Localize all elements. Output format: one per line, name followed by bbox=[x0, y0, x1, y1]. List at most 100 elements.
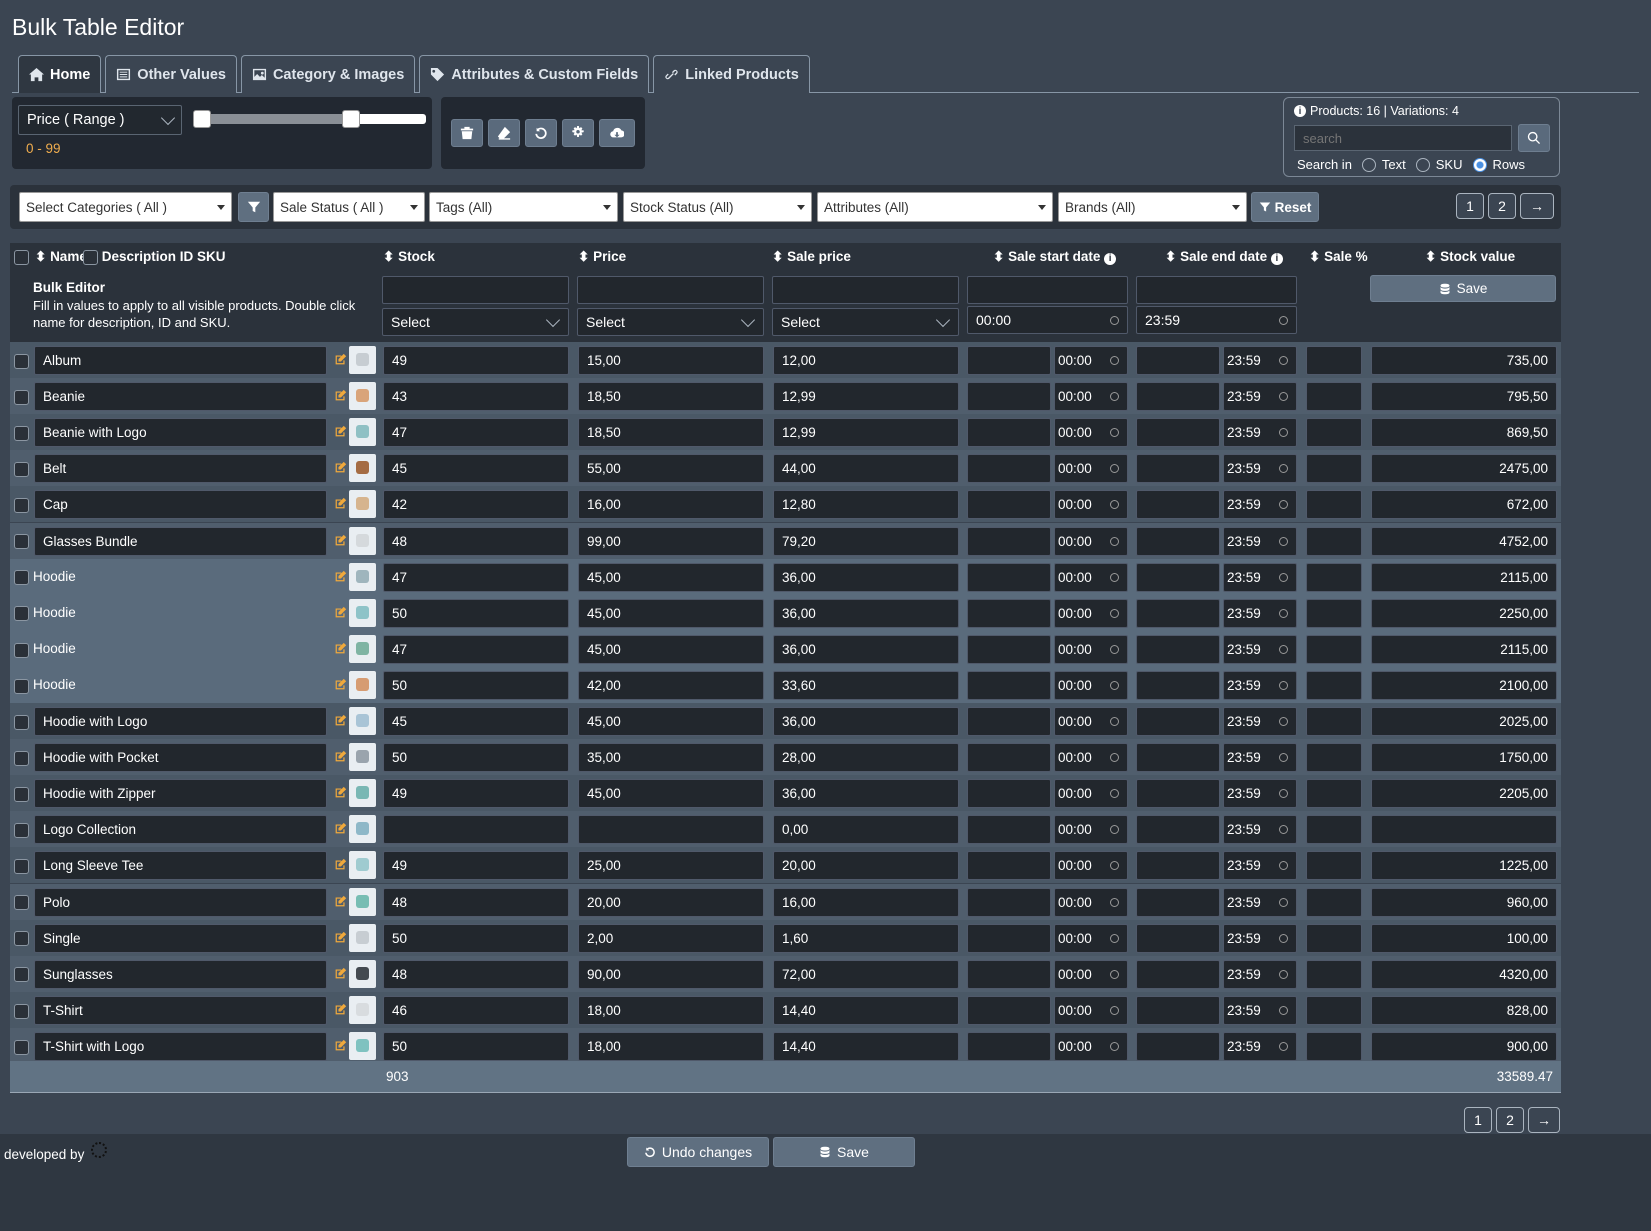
sale-percent-input[interactable] bbox=[1306, 815, 1362, 845]
sale-end-date-input[interactable] bbox=[1136, 454, 1220, 484]
product-name-field[interactable]: Hoodie with Pocket bbox=[34, 743, 327, 773]
product-thumbnail[interactable] bbox=[349, 670, 376, 699]
sale-start-time-input[interactable]: 00:00 bbox=[1054, 1031, 1128, 1061]
undo-button[interactable] bbox=[525, 119, 557, 147]
sale-start-date-input[interactable] bbox=[967, 815, 1051, 845]
price-input[interactable]: 2,00 bbox=[578, 923, 764, 953]
sale-end-time-input[interactable]: 23:59 bbox=[1223, 995, 1297, 1025]
price-input[interactable]: 45,00 bbox=[578, 598, 764, 628]
product-name-field[interactable]: Beanie bbox=[34, 382, 327, 412]
sale-end-date-input[interactable] bbox=[1136, 851, 1220, 881]
sale-percent-input[interactable] bbox=[1306, 454, 1362, 484]
next-page-button[interactable]: → bbox=[1520, 193, 1554, 219]
stock-input[interactable]: 48 bbox=[383, 526, 569, 556]
product-thumbnail[interactable] bbox=[349, 1031, 376, 1060]
edit-icon[interactable] bbox=[334, 497, 347, 510]
clear-button[interactable] bbox=[488, 119, 520, 147]
price-input[interactable]: 16,00 bbox=[578, 490, 764, 520]
edit-icon[interactable] bbox=[334, 750, 347, 763]
sale-start-time-input[interactable]: 00:00 bbox=[1054, 346, 1128, 375]
sale-start-time-input[interactable]: 00:00 bbox=[1054, 887, 1128, 917]
stock-input[interactable]: 47 bbox=[383, 562, 569, 592]
stock-input[interactable]: 49 bbox=[383, 346, 569, 375]
sort-name-header[interactable]: ⬍ Name bbox=[35, 249, 87, 265]
product-thumbnail[interactable] bbox=[349, 634, 376, 663]
sale-start-time-input[interactable]: 00:00 bbox=[1054, 634, 1128, 664]
sort-sale-end-header[interactable]: ⬍ Sale end date i bbox=[1165, 249, 1283, 265]
variation-name[interactable]: Hoodie bbox=[33, 605, 76, 620]
sale-end-time-input[interactable]: 23:59 bbox=[1223, 887, 1297, 917]
sale-end-date-input[interactable] bbox=[1136, 815, 1220, 845]
sale-end-time-input[interactable]: 23:59 bbox=[1223, 670, 1297, 700]
sale-start-date-input[interactable] bbox=[967, 670, 1051, 700]
sale-price-input[interactable]: 12,80 bbox=[773, 490, 959, 520]
sale-end-time-input[interactable]: 23:59 bbox=[1223, 1031, 1297, 1061]
stock-input[interactable]: 45 bbox=[383, 707, 569, 736]
stock-input[interactable]: 42 bbox=[383, 490, 569, 520]
row-checkbox[interactable] bbox=[14, 1002, 29, 1019]
sale-price-input[interactable]: 36,00 bbox=[773, 562, 959, 592]
product-name-field[interactable]: T-Shirt with Logo bbox=[34, 1031, 327, 1061]
sale-price-input[interactable]: 0,00 bbox=[773, 815, 959, 845]
price-input[interactable]: 18,00 bbox=[578, 995, 764, 1025]
sort-stock-value-header[interactable]: ⬍ Stock value bbox=[1425, 249, 1515, 265]
sale-end-time-input[interactable]: 23:59 bbox=[1223, 634, 1297, 664]
price-slider-max-handle[interactable] bbox=[342, 110, 360, 128]
download-button[interactable] bbox=[599, 119, 635, 147]
sale-price-input[interactable]: 79,20 bbox=[773, 526, 959, 556]
sale-start-time-input[interactable]: 00:00 bbox=[1054, 382, 1128, 412]
sale-end-date-input[interactable] bbox=[1136, 707, 1220, 736]
sale-start-date-input[interactable] bbox=[967, 995, 1051, 1025]
sale-price-input[interactable]: 28,00 bbox=[773, 743, 959, 773]
sale-percent-input[interactable] bbox=[1306, 959, 1362, 989]
sale-percent-input[interactable] bbox=[1306, 598, 1362, 628]
stock-status-filter[interactable]: Stock Status (All) bbox=[623, 192, 812, 222]
product-thumbnail[interactable] bbox=[349, 995, 376, 1024]
price-filter-select[interactable]: Price ( Range ) bbox=[18, 105, 182, 135]
sale-start-date-input[interactable] bbox=[967, 562, 1051, 592]
price-input[interactable]: 42,00 bbox=[578, 670, 764, 700]
undo-changes-button[interactable]: Undo changes bbox=[627, 1137, 769, 1167]
sale-percent-input[interactable] bbox=[1306, 743, 1362, 773]
sale-end-date-input[interactable] bbox=[1136, 490, 1220, 520]
row-checkbox[interactable] bbox=[14, 930, 29, 947]
sale-start-date-input[interactable] bbox=[967, 490, 1051, 520]
row-checkbox[interactable] bbox=[14, 424, 29, 441]
sale-end-date-input[interactable] bbox=[1136, 743, 1220, 773]
price-input[interactable]: 18,00 bbox=[578, 1031, 764, 1061]
sale-start-time-input[interactable]: 00:00 bbox=[1054, 995, 1128, 1025]
sale-start-date-input[interactable] bbox=[967, 1031, 1051, 1061]
filter-button[interactable] bbox=[238, 192, 269, 222]
product-thumbnail[interactable] bbox=[349, 887, 376, 916]
sale-start-time-input[interactable]: 00:00 bbox=[1054, 490, 1128, 520]
sale-percent-input[interactable] bbox=[1306, 887, 1362, 917]
sale-percent-input[interactable] bbox=[1306, 1031, 1362, 1061]
sale-percent-input[interactable] bbox=[1306, 418, 1362, 448]
edit-icon[interactable] bbox=[334, 1039, 347, 1052]
sale-end-date-input[interactable] bbox=[1136, 887, 1220, 917]
sale-start-time-input[interactable]: 00:00 bbox=[1054, 562, 1128, 592]
brands-filter[interactable]: Brands (All) bbox=[1058, 192, 1247, 222]
edit-icon[interactable] bbox=[334, 678, 347, 691]
row-checkbox[interactable] bbox=[14, 496, 29, 514]
bulk-price-input[interactable] bbox=[577, 276, 764, 304]
bulk-start-time[interactable]: 00:00 bbox=[967, 306, 1128, 334]
product-thumbnail[interactable] bbox=[349, 382, 376, 411]
product-thumbnail[interactable] bbox=[349, 526, 376, 555]
stock-input[interactable] bbox=[383, 815, 569, 845]
product-name-field[interactable]: Sunglasses bbox=[34, 959, 327, 989]
sale-end-time-input[interactable]: 23:59 bbox=[1223, 562, 1297, 592]
sale-end-time-input[interactable]: 23:59 bbox=[1223, 418, 1297, 448]
product-name-field[interactable]: Album bbox=[34, 346, 327, 375]
row-checkbox[interactable] bbox=[14, 749, 29, 766]
stock-input[interactable]: 50 bbox=[383, 923, 569, 953]
sale-price-input[interactable]: 14,40 bbox=[773, 995, 959, 1025]
sale-end-time-input[interactable]: 23:59 bbox=[1223, 959, 1297, 989]
attributes-filter[interactable]: Attributes (All) bbox=[817, 192, 1053, 222]
edit-icon[interactable] bbox=[334, 534, 347, 547]
product-name-field[interactable]: Logo Collection bbox=[34, 815, 327, 845]
sale-end-date-input[interactable] bbox=[1136, 346, 1220, 375]
tab-other-values[interactable]: Other Values bbox=[105, 55, 237, 93]
description-toggle[interactable]: Description ID SKU bbox=[83, 249, 226, 265]
price-slider-min-handle[interactable] bbox=[193, 110, 211, 128]
